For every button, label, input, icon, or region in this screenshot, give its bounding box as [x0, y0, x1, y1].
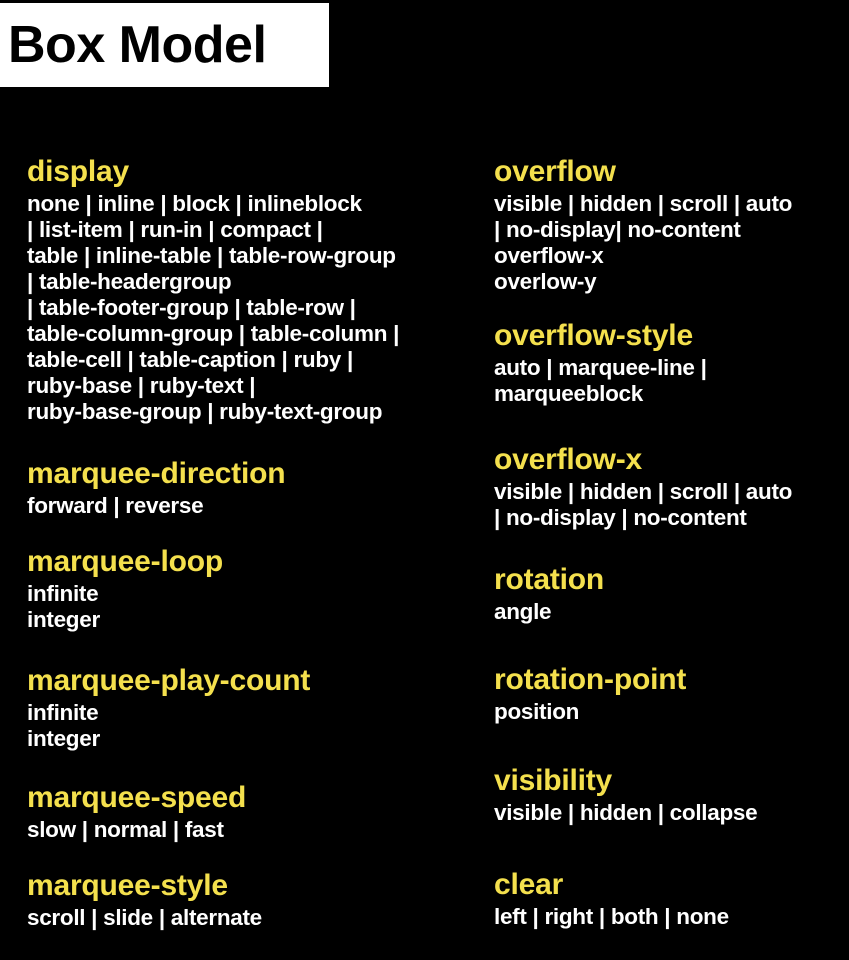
- property-heading-clear: clear: [494, 868, 564, 901]
- property-heading-rotation-point: rotation-point: [494, 663, 687, 696]
- value-line: none | inline | block | inlineblock: [27, 191, 362, 216]
- property-values-overflow: visible | hidden | scroll | auto | no-di…: [494, 191, 792, 295]
- value-line: slow | normal | fast: [27, 817, 224, 842]
- value-line: overlow-y: [494, 269, 597, 294]
- property-heading-rotation: rotation: [494, 563, 605, 596]
- property-values-marquee-direction: forward | reverse: [27, 493, 285, 519]
- value-line: infinite: [27, 700, 99, 725]
- value-line: visible | hidden | scroll | auto: [494, 191, 793, 216]
- value-line: | list-item | run-in | compact |: [27, 217, 323, 242]
- property-heading-overflow-style: overflow-style: [494, 319, 693, 352]
- value-line: angle: [494, 599, 552, 624]
- value-line: integer: [27, 726, 100, 751]
- entry-rotation-point: rotation-point position: [494, 663, 686, 725]
- entry-overflow-style: overflow-style auto | marquee-line | mar…: [494, 319, 707, 407]
- entry-marquee-speed: marquee-speed slow | normal | fast: [27, 781, 246, 843]
- value-line: | table-headergroup: [27, 269, 232, 294]
- property-values-visibility: visible | hidden | collapse: [494, 800, 758, 826]
- entry-marquee-play-count: marquee-play-count infinite integer: [27, 664, 310, 752]
- property-heading-visibility: visibility: [494, 764, 613, 797]
- property-heading-overflow-x: overflow-x: [494, 443, 643, 476]
- value-line: table | inline-table | table-row-group: [27, 243, 396, 268]
- value-line: overflow-x: [494, 243, 604, 268]
- value-line: ruby-base | ruby-text |: [27, 373, 256, 398]
- property-heading-marquee-play-count: marquee-play-count: [27, 664, 311, 697]
- entry-visibility: visibility visible | hidden | collapse: [494, 764, 758, 826]
- entry-clear: clear left | right | both | none: [494, 868, 729, 930]
- value-line: | no-display| no-content: [494, 217, 741, 242]
- entry-display: display none | inline | block | inlinebl…: [27, 155, 399, 425]
- value-line: table-column-group | table-column |: [27, 321, 400, 346]
- property-heading-overflow: overflow: [494, 155, 616, 188]
- entry-overflow: overflow visible | hidden | scroll | aut…: [494, 155, 792, 295]
- entry-marquee-style: marquee-style scroll | slide | alternate: [27, 869, 262, 931]
- property-heading-marquee-direction: marquee-direction: [27, 457, 286, 490]
- value-line: visible | hidden | scroll | auto: [494, 479, 793, 504]
- value-line: left | right | both | none: [494, 904, 729, 929]
- property-values-marquee-speed: slow | normal | fast: [27, 817, 246, 843]
- property-values-rotation-point: position: [494, 699, 686, 725]
- page-title: Box Model: [8, 16, 267, 74]
- value-line: ruby-base-group | ruby-text-group: [27, 399, 383, 424]
- property-values-rotation: angle: [494, 599, 604, 625]
- value-line: auto | marquee-line |: [494, 355, 707, 380]
- value-line: visible | hidden | collapse: [494, 800, 758, 825]
- property-heading-marquee-speed: marquee-speed: [27, 781, 247, 814]
- value-line: scroll | slide | alternate: [27, 905, 262, 930]
- entry-marquee-loop: marquee-loop infinite integer: [27, 545, 223, 633]
- value-line: position: [494, 699, 580, 724]
- value-line: integer: [27, 607, 100, 632]
- property-values-marquee-style: scroll | slide | alternate: [27, 905, 262, 931]
- property-values-marquee-loop: infinite integer: [27, 581, 223, 633]
- value-line: table-cell | table-caption | ruby |: [27, 347, 353, 372]
- value-line: forward | reverse: [27, 493, 204, 518]
- entry-overflow-x: overflow-x visible | hidden | scroll | a…: [494, 443, 792, 531]
- property-values-display: none | inline | block | inlineblock | li…: [27, 191, 399, 425]
- value-line: | no-display | no-content: [494, 505, 747, 530]
- property-values-overflow-x: visible | hidden | scroll | auto | no-di…: [494, 479, 792, 531]
- property-heading-display: display: [27, 155, 129, 188]
- property-heading-marquee-style: marquee-style: [27, 869, 228, 902]
- value-line: marqueeblock: [494, 381, 643, 406]
- property-heading-marquee-loop: marquee-loop: [27, 545, 223, 578]
- property-values-marquee-play-count: infinite integer: [27, 700, 310, 752]
- entry-rotation: rotation angle: [494, 563, 604, 625]
- entry-marquee-direction: marquee-direction forward | reverse: [27, 457, 286, 519]
- title-banner: Box Model: [0, 3, 329, 87]
- property-values-clear: left | right | both | none: [494, 904, 729, 930]
- value-line: | table-footer-group | table-row |: [27, 295, 356, 320]
- property-values-overflow-style: auto | marquee-line | marqueeblock: [494, 355, 707, 407]
- value-line: infinite: [27, 581, 99, 606]
